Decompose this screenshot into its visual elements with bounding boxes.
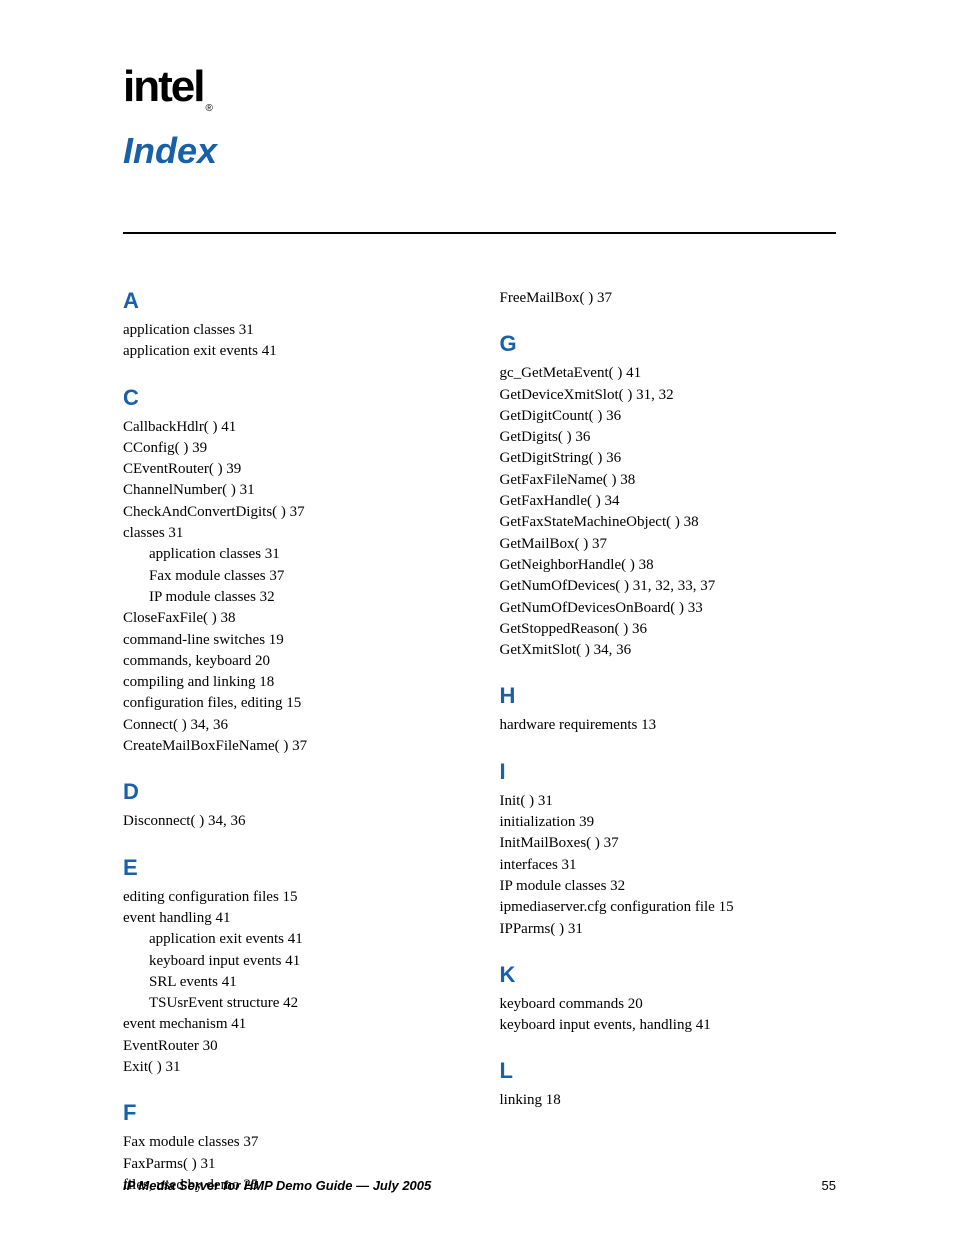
index-letter: I: [500, 759, 837, 785]
footer-page-number: 55: [822, 1178, 836, 1193]
index-entry: keyboard commands 20: [500, 994, 837, 1015]
index-letter: E: [123, 855, 460, 881]
index-entry: commands, keyboard 20: [123, 651, 460, 672]
index-entry: CheckAndConvertDigits( ) 37: [123, 502, 460, 523]
index-entry: CallbackHdlr( ) 41: [123, 417, 460, 438]
index-columns: Aapplication classes 31application exit …: [123, 288, 836, 1218]
index-entry: CEventRouter( ) 39: [123, 459, 460, 480]
index-section: I Init( ) 31initialization 39InitMailBoxe…: [500, 759, 837, 940]
index-entry: Exit( ) 31: [123, 1057, 460, 1078]
index-section: Ggc_GetMetaEvent( ) 41GetDeviceXmitSlot(…: [500, 331, 837, 661]
index-entry: GetDeviceXmitSlot( ) 31, 32: [500, 385, 837, 406]
index-column-left: Aapplication classes 31application exit …: [123, 288, 480, 1218]
index-entry: GetMailBox( ) 37: [500, 534, 837, 555]
index-entry: InitMailBoxes( ) 37: [500, 833, 837, 854]
index-entry: CloseFaxFile( ) 38: [123, 608, 460, 629]
logo-reg: ®: [205, 103, 212, 114]
index-entry: keyboard input events 41: [123, 951, 460, 972]
index-entry: IP module classes 32: [500, 876, 837, 897]
index-entry: GetNumOfDevicesOnBoard( ) 33: [500, 598, 837, 619]
index-entry: application exit events 41: [123, 341, 460, 362]
index-entry: GetDigitString( ) 36: [500, 448, 837, 469]
index-entry: GetFaxStateMachineObject( ) 38: [500, 512, 837, 533]
index-entry: FaxParms( ) 31: [123, 1154, 460, 1175]
index-entry: hardware requirements 13: [500, 715, 837, 736]
index-entry: editing configuration files 15: [123, 887, 460, 908]
index-letter: A: [123, 288, 460, 314]
index-entry: GetFaxHandle( ) 34: [500, 491, 837, 512]
index-section: Aapplication classes 31application exit …: [123, 288, 460, 363]
index-entry: linking 18: [500, 1090, 837, 1111]
index-entry: IPParms( ) 31: [500, 919, 837, 940]
index-entry: IP module classes 32: [123, 587, 460, 608]
index-entry: Disconnect( ) 34, 36: [123, 811, 460, 832]
index-entry: SRL events 41: [123, 972, 460, 993]
index-section: C CallbackHdlr( ) 41CConfig( ) 39CEventRo…: [123, 385, 460, 758]
index-entry: GetNumOfDevices( ) 31, 32, 33, 37: [500, 576, 837, 597]
index-entry: Init( ) 31: [500, 791, 837, 812]
index-entry: configuration files, editing 15: [123, 693, 460, 714]
intel-logo: intel®: [123, 62, 211, 112]
index-entry: Fax module classes 37: [123, 1132, 460, 1153]
index-entry: GetDigitCount( ) 36: [500, 406, 837, 427]
index-entry: compiling and linking 18: [123, 672, 460, 693]
index-column-right: FreeMailBox( ) 37Ggc_GetMetaEvent( ) 41G…: [480, 288, 837, 1218]
index-letter: L: [500, 1058, 837, 1084]
index-entry: GetNeighborHandle( ) 38: [500, 555, 837, 576]
index-section: D Disconnect( ) 34, 36: [123, 779, 460, 832]
index-entry: TSUsrEvent structure 42: [123, 993, 460, 1014]
index-entry: keyboard input events, handling 41: [500, 1015, 837, 1036]
index-entry: Fax module classes 37: [123, 566, 460, 587]
index-section: FreeMailBox( ) 37: [500, 288, 837, 309]
index-section: Kkeyboard commands 20keyboard input even…: [500, 962, 837, 1037]
page-footer: IP Media Server for HMP Demo Guide — Jul…: [123, 1178, 836, 1193]
index-entry: command-line switches 19: [123, 630, 460, 651]
index-entry: classes 31: [123, 523, 460, 544]
page-title: Index: [123, 130, 836, 178]
index-entry: ipmediaserver.cfg configuration file 15: [500, 897, 837, 918]
index-section: Llinking 18: [500, 1058, 837, 1111]
index-entry: interfaces 31: [500, 855, 837, 876]
index-entry: GetXmitSlot( ) 34, 36: [500, 640, 837, 661]
footer-doc-title: IP Media Server for HMP Demo Guide — Jul…: [123, 1178, 431, 1193]
index-entry: initialization 39: [500, 812, 837, 833]
index-entry: event mechanism 41: [123, 1014, 460, 1035]
index-letter: D: [123, 779, 460, 805]
index-letter: C: [123, 385, 460, 411]
index-section: Eediting configuration files 15event han…: [123, 855, 460, 1079]
index-entry: application classes 31: [123, 320, 460, 341]
index-letter: G: [500, 331, 837, 357]
index-letter: F: [123, 1100, 460, 1126]
index-entry: event handling 41: [123, 908, 460, 929]
index-entry: CreateMailBoxFileName( ) 37: [123, 736, 460, 757]
index-entry: CConfig( ) 39: [123, 438, 460, 459]
index-entry: gc_GetMetaEvent( ) 41: [500, 363, 837, 384]
index-entry: EventRouter 30: [123, 1036, 460, 1057]
logo-text: intel: [123, 62, 203, 111]
index-entry: GetDigits( ) 36: [500, 427, 837, 448]
index-entry: GetFaxFileName( ) 38: [500, 470, 837, 491]
index-entry: ChannelNumber( ) 31: [123, 480, 460, 501]
index-entry: GetStoppedReason( ) 36: [500, 619, 837, 640]
index-section: Hhardware requirements 13: [500, 683, 837, 736]
index-letter: H: [500, 683, 837, 709]
index-entry: Connect( ) 34, 36: [123, 715, 460, 736]
index-entry: application classes 31: [123, 544, 460, 565]
index-entry: FreeMailBox( ) 37: [500, 288, 837, 309]
index-letter: K: [500, 962, 837, 988]
index-entry: application exit events 41: [123, 929, 460, 950]
